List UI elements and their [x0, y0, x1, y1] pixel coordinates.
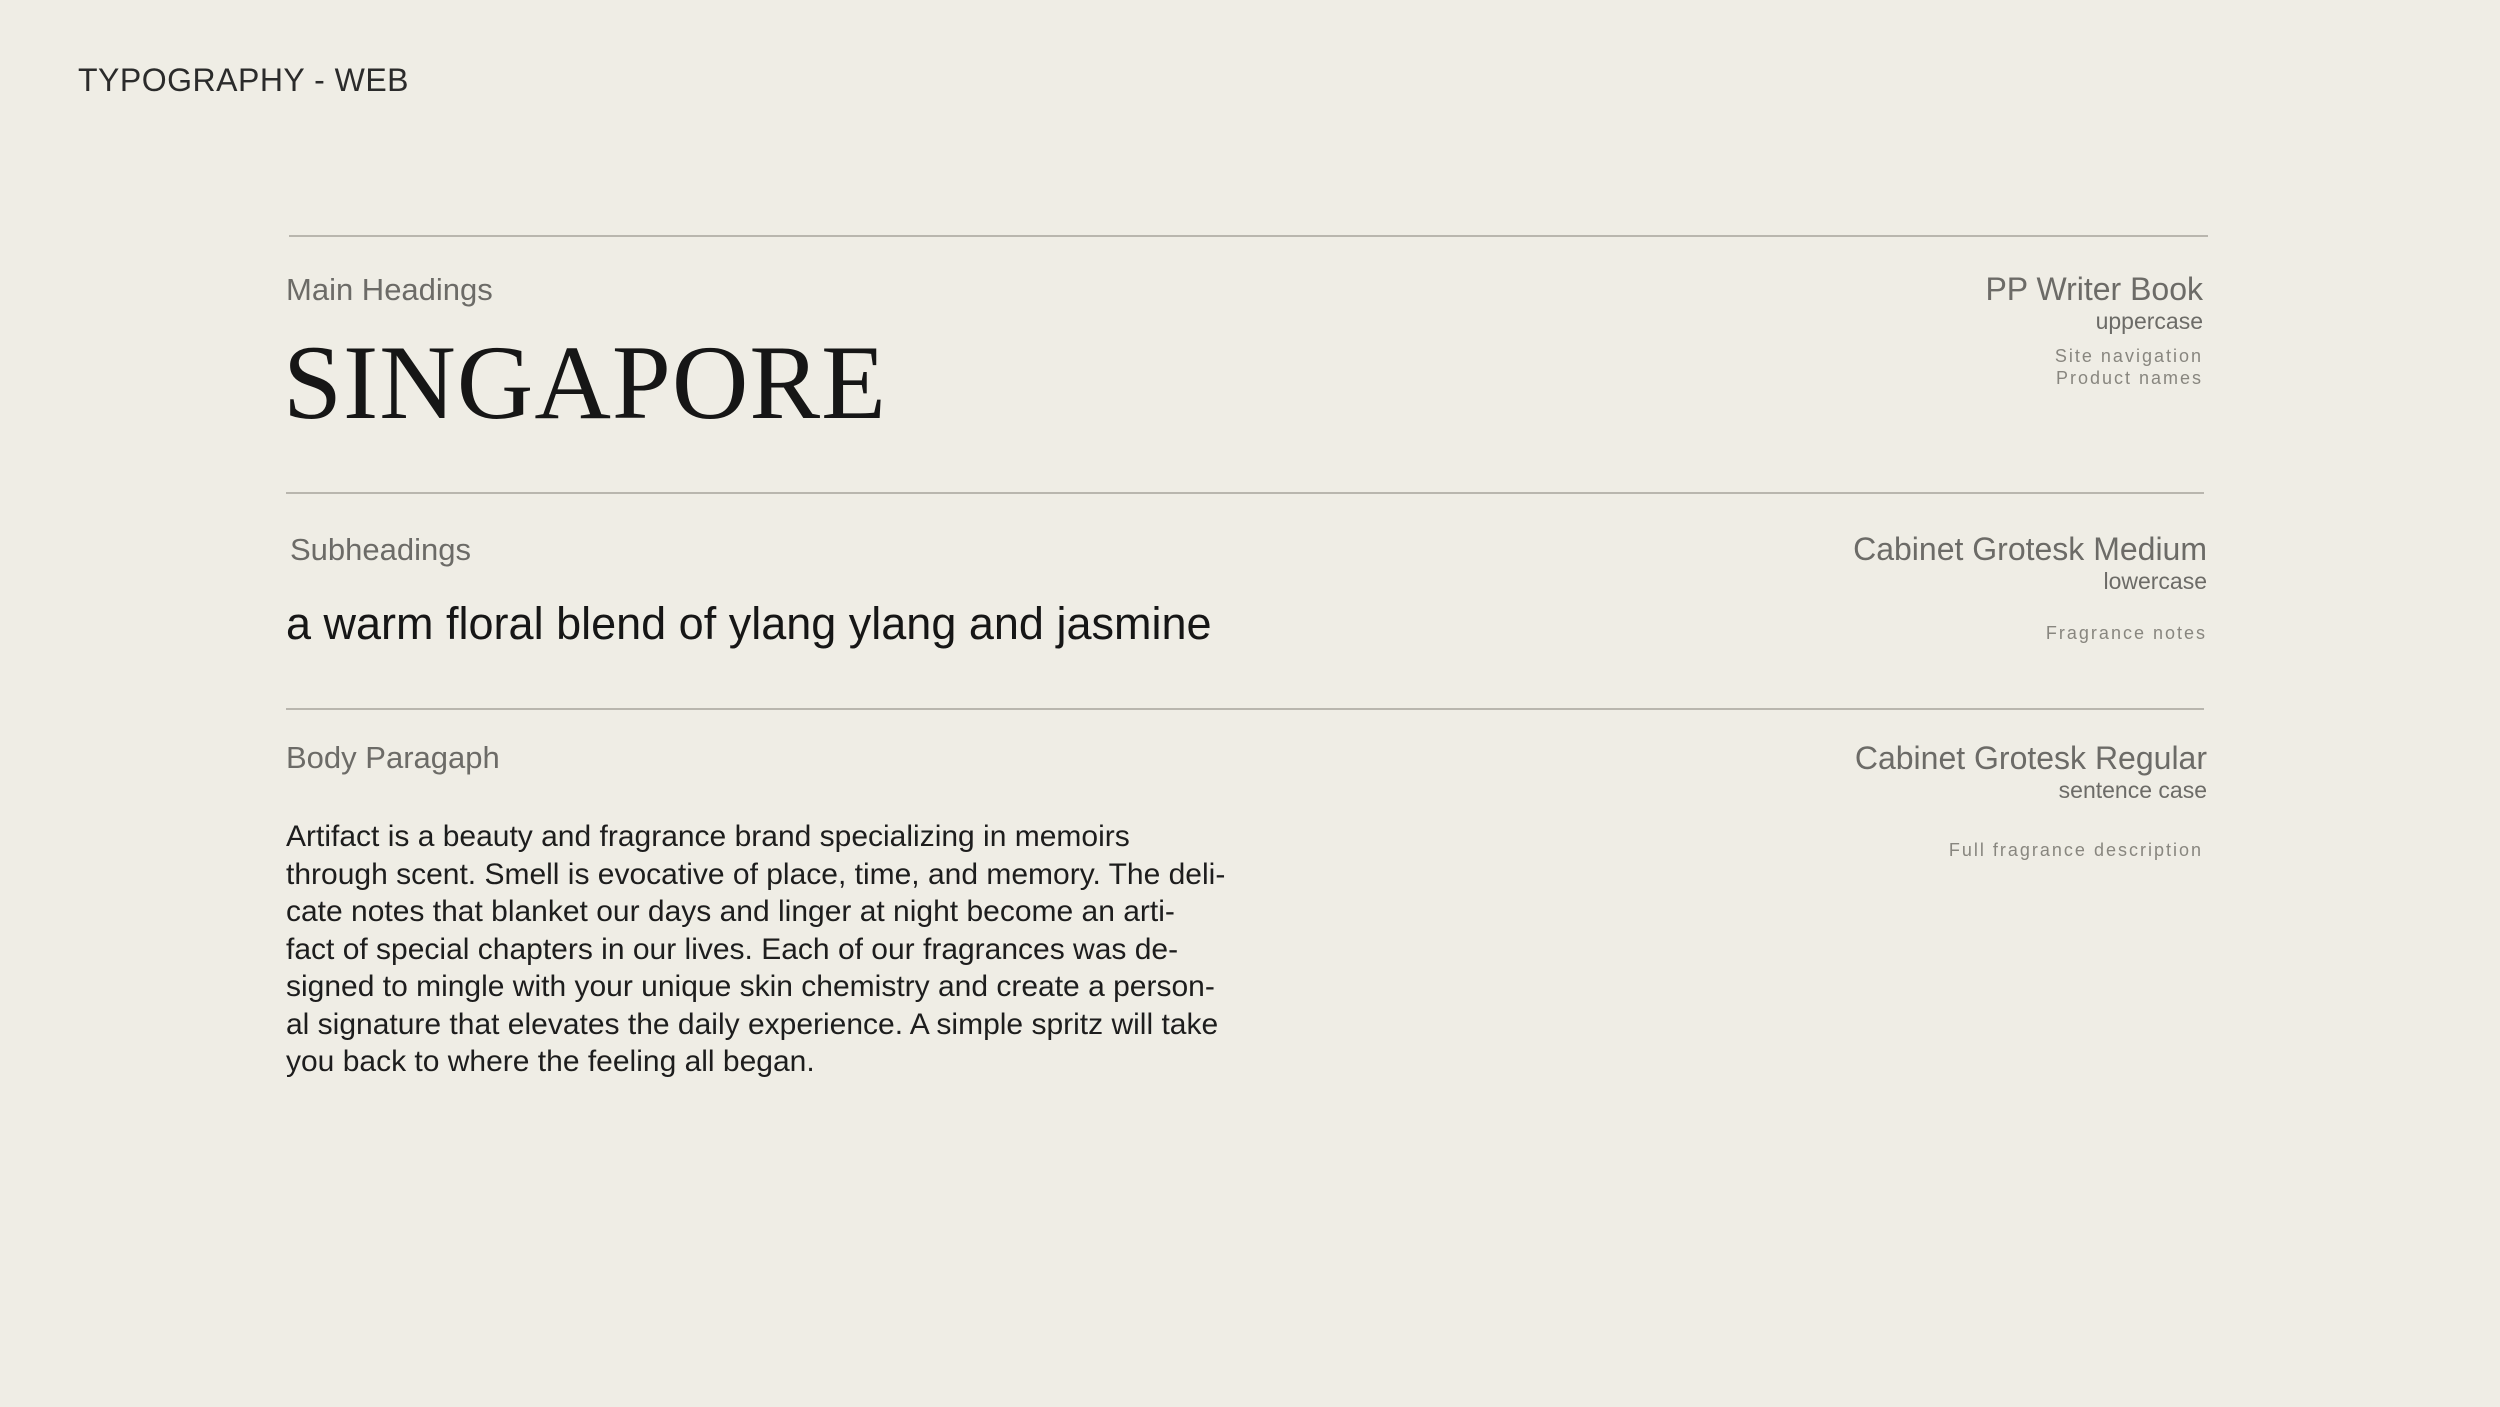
divider-top — [289, 235, 2208, 237]
body-usage: Full fragrance description — [1949, 839, 2203, 861]
usage-site-navigation: Site navigation — [2054, 346, 2203, 366]
subheading-usage: Fragrance notes — [2046, 622, 2207, 644]
divider-bottom — [286, 708, 2204, 710]
divider-middle — [286, 492, 2204, 494]
subheadings-label: Subheadings — [290, 532, 471, 567]
body-paragraph-sample: Artifact is a beauty and fragrance brand… — [286, 820, 1226, 1078]
usage-fragrance-notes: Fragrance notes — [2045, 623, 2207, 643]
main-heading-sample: SINGAPORE — [283, 324, 887, 441]
subheading-case: lowercase — [2103, 568, 2207, 594]
body-case: sentence case — [2058, 777, 2207, 803]
body-font-name: Cabinet Grotesk Regular — [1854, 740, 2207, 776]
usage-full-fragrance-description: Full fragrance description — [1948, 840, 2203, 860]
subheading-sample: a warm floral blend of ylang ylang and j… — [286, 598, 1212, 649]
main-heading-usage: Site navigation Product names — [2055, 345, 2203, 389]
main-heading-font-name: PP Writer Book — [1985, 271, 2203, 307]
main-headings-label: Main Headings — [286, 272, 493, 307]
body-paragraph-label: Body Paragaph — [286, 740, 500, 775]
page-title: TYPOGRAPHY - WEB — [78, 62, 410, 98]
main-heading-case: uppercase — [2095, 308, 2203, 334]
usage-product-names: Product names — [2055, 368, 2203, 388]
subheading-font-name: Cabinet Grotesk Medium — [1853, 531, 2207, 567]
